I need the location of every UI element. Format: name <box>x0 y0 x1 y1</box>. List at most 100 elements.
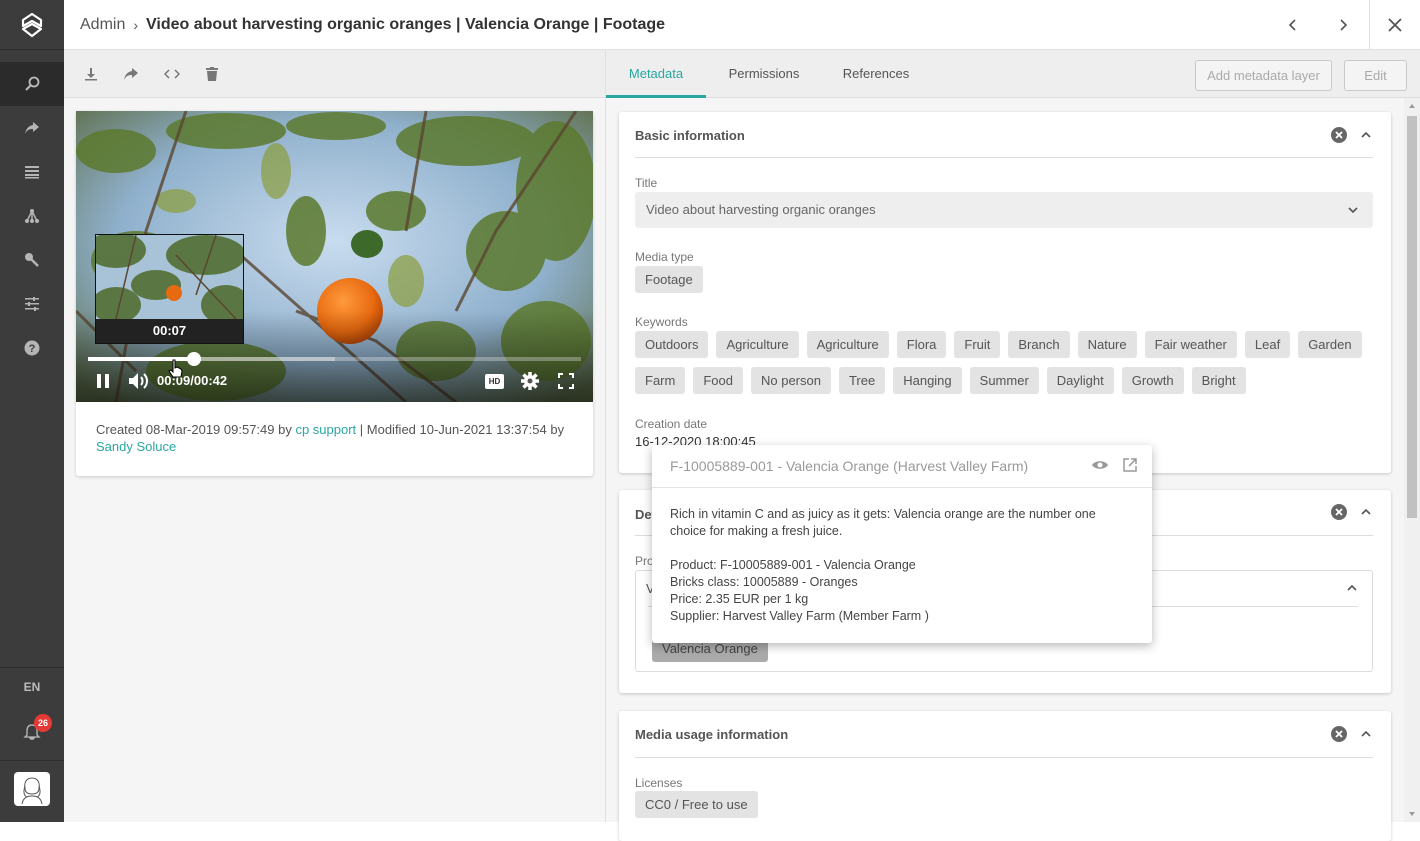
share-icon <box>124 68 138 80</box>
sidebar-item-help[interactable]: ? <box>0 326 64 370</box>
eye-icon[interactable] <box>1091 459 1109 471</box>
chevron-up-icon[interactable] <box>1346 584 1358 592</box>
keyword-chip[interactable]: Agriculture <box>716 331 799 358</box>
remove-panel-button[interactable] <box>1331 726 1347 742</box>
search-icon <box>25 76 40 91</box>
keyword-chip[interactable]: Flora <box>896 331 947 358</box>
sidebar-item-hierarchy[interactable] <box>0 194 64 238</box>
sidebar-item-list[interactable] <box>0 150 64 194</box>
keyword-chip[interactable]: Outdoors <box>635 331 709 358</box>
breadcrumb: Admin › Video about harvesting organic o… <box>80 16 665 34</box>
sidebar-item-share[interactable] <box>0 106 64 150</box>
created-by-link[interactable]: cp support <box>295 422 356 437</box>
app-logo[interactable] <box>0 0 64 50</box>
previous-button[interactable] <box>1280 12 1306 38</box>
delete-button[interactable] <box>202 64 222 84</box>
language-switch[interactable]: EN <box>0 680 64 694</box>
pause-button[interactable] <box>95 373 111 389</box>
thumbnail-image <box>86 232 251 325</box>
asset-toolbar <box>64 50 605 98</box>
keyword-chip[interactable]: Fair weather <box>1144 331 1237 358</box>
sidebar-item-key[interactable] <box>0 238 64 282</box>
seek-bar[interactable] <box>88 352 581 366</box>
top-bar: Admin › Video about harvesting organic o… <box>64 0 1420 50</box>
license-chip[interactable]: CC0 / Free to use <box>635 791 758 818</box>
next-button[interactable] <box>1330 12 1356 38</box>
close-circle-icon <box>1335 131 1343 139</box>
list-icon <box>25 166 39 179</box>
avatar-icon <box>21 777 43 804</box>
tab-references[interactable]: References <box>826 50 926 98</box>
keyword-chip[interactable]: Summer <box>969 367 1039 394</box>
title-label: Title <box>635 176 658 190</box>
modified-by-link[interactable]: Sandy Soluce <box>96 439 176 454</box>
scrollbar[interactable] <box>1404 98 1420 822</box>
divider <box>1369 0 1370 50</box>
breadcrumb-admin[interactable]: Admin <box>80 16 125 34</box>
scroll-down-icon[interactable] <box>1404 808 1420 820</box>
collapse-chevron-icon[interactable] <box>1359 505 1373 519</box>
video-player[interactable]: 00:07 00:09/00:42 HD <box>76 111 593 402</box>
scroll-up-icon[interactable] <box>1404 100 1420 112</box>
asset-history: Created 08-Mar-2019 09:57:49 by cp suppo… <box>96 421 576 455</box>
keyword-chip[interactable]: Garden <box>1298 331 1362 358</box>
share-button[interactable] <box>121 64 141 84</box>
media-type-label: Media type <box>635 250 694 264</box>
keyword-chip[interactable]: Farm <box>635 367 686 394</box>
keyword-chip[interactable]: Fruit <box>954 331 1001 358</box>
collapse-chevron-icon[interactable] <box>1359 727 1373 741</box>
add-metadata-layer-button[interactable]: Add metadata layer <box>1195 60 1332 91</box>
edit-button[interactable]: Edit <box>1344 60 1407 91</box>
remove-panel-button[interactable] <box>1331 127 1347 143</box>
keyword-chip[interactable]: No person <box>750 367 831 394</box>
keyword-chip[interactable]: Tree <box>838 367 886 394</box>
fullscreen-button[interactable] <box>558 373 574 389</box>
media-type-chip[interactable]: Footage <box>635 266 703 293</box>
title-select[interactable]: Video about harvesting organic oranges <box>635 192 1373 228</box>
sidebar-item-search[interactable] <box>0 62 64 106</box>
seek-handle[interactable] <box>186 352 201 366</box>
close-circle-icon <box>1335 730 1343 738</box>
keyword-chip[interactable]: Bright <box>1191 367 1246 394</box>
product-description: Rich in vitamin C and as juicy as it get… <box>670 507 1096 538</box>
tab-metadata[interactable]: Metadata <box>606 50 706 98</box>
keyword-chip[interactable]: Agriculture <box>806 331 889 358</box>
keyword-chip[interactable]: Branch <box>1008 331 1070 358</box>
hierarchy-icon <box>25 209 39 223</box>
keyword-chip[interactable]: Growth <box>1121 367 1184 394</box>
close-button[interactable] <box>1382 12 1408 38</box>
keyword-chip[interactable]: Nature <box>1077 331 1137 358</box>
sidebar-divider <box>0 667 64 668</box>
remove-panel-button[interactable] <box>1331 504 1347 520</box>
user-avatar[interactable] <box>14 772 50 806</box>
chevron-down-icon <box>1348 207 1358 214</box>
open-external-icon[interactable] <box>1123 458 1137 472</box>
keyword-chips: Outdoors Agriculture Agriculture Flora Fruit… <box>635 331 1380 403</box>
created-text: Created 08-Mar-2019 09:57:49 by <box>96 422 296 437</box>
pause-icon <box>97 374 109 388</box>
tab-permissions[interactable]: Permissions <box>714 50 814 98</box>
volume-icon <box>129 373 148 389</box>
embed-button[interactable] <box>162 64 182 84</box>
supplier: Supplier: Harvest Valley Farm (Member Fa… <box>670 609 929 623</box>
embed-code-icon <box>164 69 180 79</box>
sidebar-item-settings[interactable] <box>0 282 64 326</box>
asset-card: 00:07 00:09/00:42 HD Created 08-Mar-2019… <box>76 111 593 476</box>
scrollbar-thumb[interactable] <box>1407 116 1417 518</box>
keyword-chip[interactable]: Food <box>693 367 743 394</box>
collapse-chevron-icon[interactable] <box>1359 128 1373 142</box>
volume-button[interactable] <box>128 372 150 390</box>
panel-title: Media usage information <box>635 727 789 742</box>
tab-bar: Metadata Permissions References Add meta… <box>606 50 1420 98</box>
help-icon: ? <box>24 340 40 356</box>
download-button[interactable] <box>81 64 101 84</box>
keyword-chip[interactable]: Leaf <box>1244 331 1291 358</box>
logo-icon <box>21 12 43 37</box>
keyword-chip[interactable]: Daylight <box>1046 367 1114 394</box>
gear-icon <box>521 372 539 390</box>
popover-title: F-10005889-001 - Valencia Orange (Harves… <box>670 458 1029 474</box>
divider <box>652 487 1152 488</box>
settings-button[interactable] <box>520 371 540 391</box>
keyword-chip[interactable]: Hanging <box>893 367 962 394</box>
hd-button[interactable]: HD <box>485 374 504 389</box>
